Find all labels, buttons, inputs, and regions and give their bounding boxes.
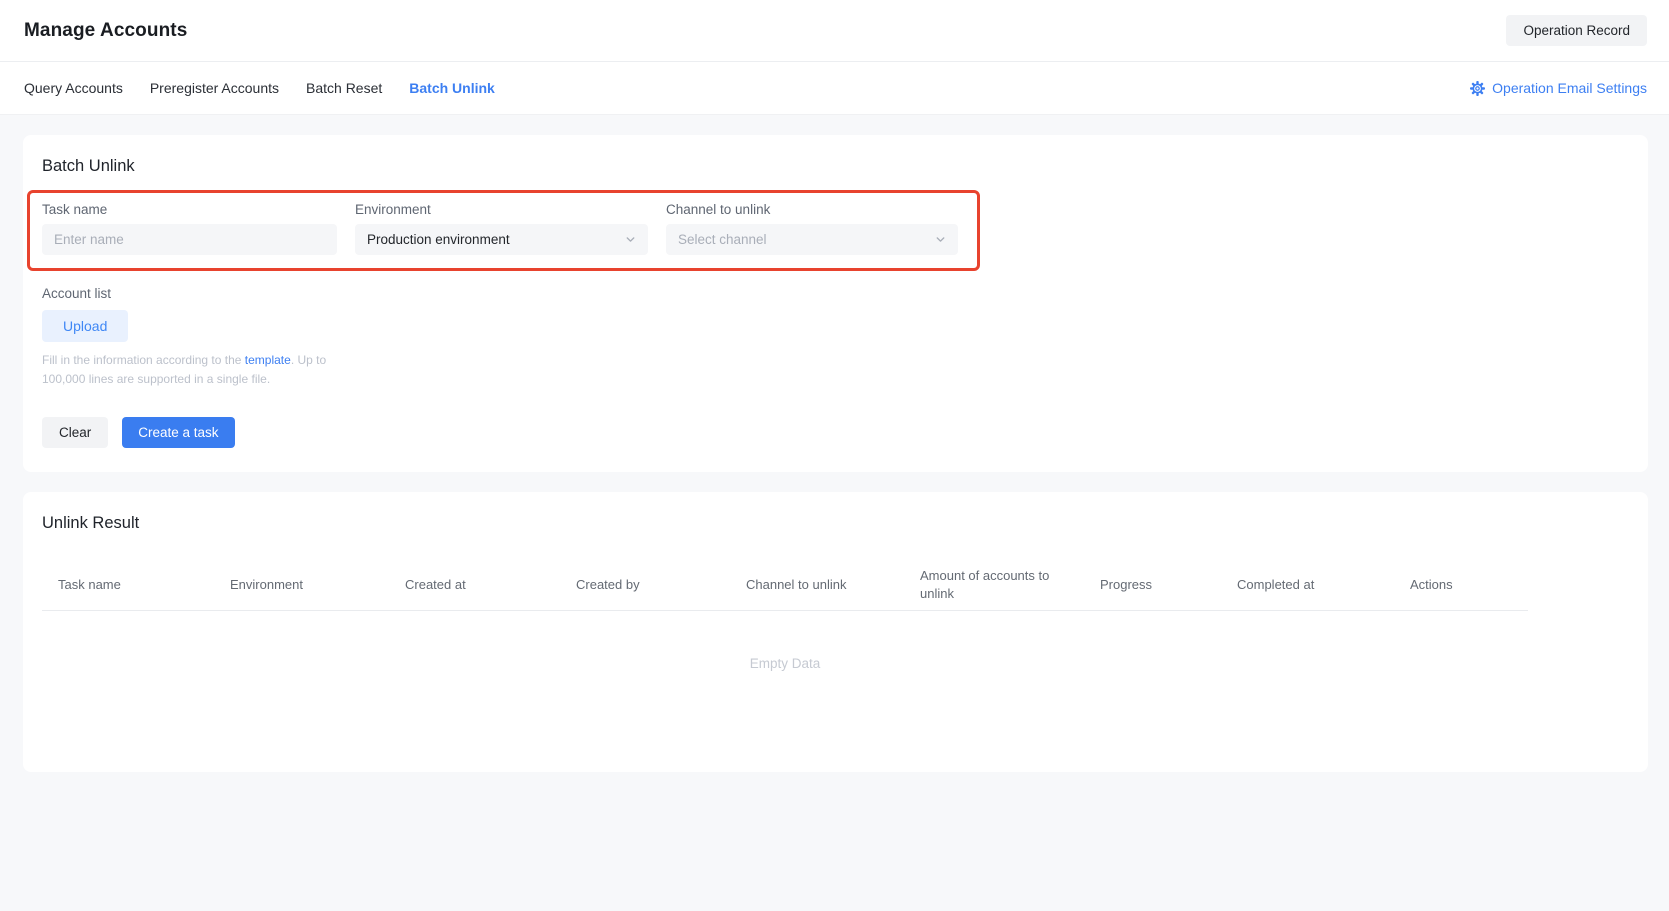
batch-unlink-section-title: Batch Unlink (42, 157, 1628, 176)
chevron-down-icon (625, 234, 636, 245)
channel-to-unlink-label: Channel to unlink (666, 202, 958, 217)
tab-batch-reset[interactable]: Batch Reset (306, 76, 382, 100)
tab-preregister-accounts[interactable]: Preregister Accounts (150, 76, 279, 100)
tab-list: Query Accounts Preregister Accounts Batc… (24, 76, 495, 100)
unlink-result-section-title: Unlink Result (42, 514, 1628, 533)
batch-unlink-card: Batch Unlink Task name Environment Produ… (23, 135, 1648, 472)
environment-select[interactable]: Production environment (355, 224, 648, 255)
environment-label: Environment (355, 202, 648, 217)
operation-email-settings-link[interactable]: Operation Email Settings (1470, 80, 1647, 96)
upload-hint-text-after: . Up to (291, 353, 326, 367)
operation-email-settings-label: Operation Email Settings (1492, 80, 1647, 96)
channel-select-placeholder: Select channel (678, 232, 767, 247)
column-header-environment: Environment (230, 576, 405, 594)
result-table-header-row: Task name Environment Created at Created… (42, 559, 1528, 611)
column-header-channel-to-unlink: Channel to unlink (746, 576, 920, 594)
clear-button[interactable]: Clear (42, 417, 108, 448)
gear-icon (1470, 81, 1485, 96)
template-link[interactable]: template (245, 353, 291, 367)
operation-record-button[interactable]: Operation Record (1506, 15, 1647, 46)
column-header-completed-at: Completed at (1237, 576, 1410, 594)
account-list-label: Account list (42, 286, 1628, 301)
column-header-created-at: Created at (405, 576, 576, 594)
task-name-input[interactable] (42, 224, 337, 255)
page-title: Manage Accounts (24, 20, 187, 42)
channel-select[interactable]: Select channel (666, 224, 958, 255)
environment-select-value: Production environment (367, 232, 510, 247)
upload-hint: Fill in the information according to the… (42, 351, 1628, 389)
column-header-task-name: Task name (58, 576, 230, 594)
tab-query-accounts[interactable]: Query Accounts (24, 76, 123, 100)
create-task-button[interactable]: Create a task (122, 417, 234, 448)
tab-batch-unlink[interactable]: Batch Unlink (409, 76, 495, 100)
task-name-field: Task name (42, 202, 337, 255)
chevron-down-icon (935, 234, 946, 245)
tab-bar: Query Accounts Preregister Accounts Batc… (0, 62, 1669, 115)
upload-hint-text-before: Fill in the information according to the (42, 353, 245, 367)
app-root: Manage Accounts Operation Record Query A… (0, 0, 1669, 772)
highlighted-form-region: Task name Environment Production environ… (27, 190, 980, 271)
column-header-progress: Progress (1100, 576, 1237, 594)
page-header: Manage Accounts Operation Record (0, 0, 1669, 62)
unlink-result-card: Unlink Result Task name Environment Crea… (23, 492, 1648, 772)
upload-hint-line2: 100,000 lines are supported in a single … (42, 370, 1628, 389)
upload-hint-line1: Fill in the information according to the… (42, 351, 1628, 370)
column-header-created-by: Created by (576, 576, 746, 594)
form-actions: Clear Create a task (42, 417, 1628, 448)
environment-field: Environment Production environment (355, 202, 648, 255)
upload-button[interactable]: Upload (42, 310, 128, 342)
column-header-actions: Actions (1410, 576, 1528, 594)
channel-to-unlink-field: Channel to unlink Select channel (666, 202, 958, 255)
main-content: Batch Unlink Task name Environment Produ… (0, 115, 1669, 772)
task-name-label: Task name (42, 202, 337, 217)
column-header-amount: Amount of accounts to unlink (920, 567, 1100, 603)
result-table: Task name Environment Created at Created… (42, 559, 1528, 729)
empty-data-placeholder: Empty Data (42, 611, 1528, 729)
